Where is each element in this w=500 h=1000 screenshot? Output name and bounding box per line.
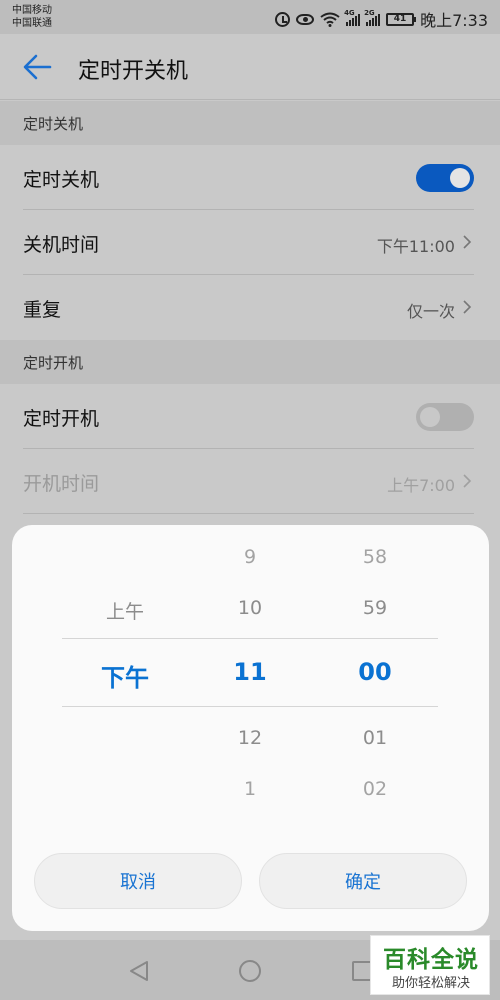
picker-hour-item[interactable]: 1 (210, 778, 290, 800)
picker-minute-item[interactable]: 02 (335, 778, 415, 800)
page-title: 定时开关机 (78, 59, 189, 84)
shutdown-time-value: 下午11:00 (376, 237, 455, 256)
eye-comfort-icon (296, 13, 315, 25)
picker-hour-item[interactable]: 12 (210, 727, 290, 749)
chevron-right-icon (463, 235, 472, 249)
picker-selection-line-top (62, 638, 438, 639)
picker-hour-selected[interactable]: 11 (210, 658, 290, 686)
row-label: 关机时间 (23, 234, 100, 256)
row-shutdown-time[interactable]: 关机时间 下午11:00 (0, 210, 500, 275)
wifi-icon (320, 12, 340, 27)
battery-icon: 41 (386, 12, 417, 26)
watermark-subtitle: 助你轻松解决 (391, 976, 470, 991)
picker-hour-item[interactable]: 10 (210, 597, 290, 619)
back-arrow-icon[interactable] (22, 52, 54, 82)
app-bar: 定时开关机 (0, 34, 500, 100)
picker-minute-item[interactable]: 58 (335, 546, 415, 568)
row-poweron-time[interactable]: 开机时间 上午7:00 (0, 449, 500, 514)
poweron-time-value: 上午7:00 (387, 476, 455, 495)
row-scheduled-poweron[interactable]: 定时开机 (0, 384, 500, 449)
watermark-title: 百科全说 (383, 947, 479, 973)
picker-period-selected[interactable]: 下午 (85, 658, 165, 693)
carrier-1: 中国移动 (12, 5, 52, 16)
picker-period-above[interactable]: 上午 (85, 597, 165, 624)
nav-home-icon[interactable] (239, 960, 261, 982)
chevron-right-icon (463, 300, 472, 314)
watermark-logo: 百科全说 助你轻松解决 (370, 935, 490, 995)
carrier-names: 中国移动 中国联通 (12, 4, 52, 30)
row-repeat[interactable]: 重复 仅一次 (0, 275, 500, 340)
nav-back-icon[interactable] (128, 960, 150, 982)
status-bar: 中国移动 中国联通 4G 2G 41 晚上7:33 (0, 0, 500, 34)
signal-strength-icon-1: 4G (344, 9, 361, 26)
alarm-icon (275, 11, 291, 27)
signal-strength-icon-2: 2G (364, 9, 381, 26)
status-icons: 4G 2G 41 晚上7:33 (275, 7, 488, 31)
picker-hour-item[interactable]: 9 (210, 546, 290, 568)
row-label: 重复 (23, 299, 62, 321)
nav-recent-apps-icon[interactable] (352, 961, 372, 981)
picker-minute-item[interactable]: 01 (335, 727, 415, 749)
chevron-right-icon (463, 474, 472, 488)
repeat-value: 仅一次 (406, 302, 455, 321)
row-label: 开机时间 (23, 473, 100, 495)
picker-selection-line-bottom (62, 706, 438, 707)
status-clock: 晚上7:33 (420, 11, 488, 30)
confirm-button[interactable]: 确定 (259, 853, 467, 909)
row-label: 定时关机 (23, 169, 100, 191)
row-scheduled-shutdown[interactable]: 定时关机 (0, 145, 500, 210)
time-picker-dialog: 上午 下午 9 10 11 12 1 58 59 00 01 02 取消 确定 (12, 525, 489, 931)
carrier-2: 中国联通 (12, 18, 52, 29)
section-header-poweron: 定时开机 (0, 340, 500, 384)
section-header-shutdown: 定时关机 (0, 101, 500, 145)
picker-minute-item[interactable]: 59 (335, 597, 415, 619)
poweron-toggle[interactable] (416, 403, 474, 431)
row-label: 定时开机 (23, 408, 100, 430)
picker-minute-selected[interactable]: 00 (335, 658, 415, 686)
cancel-button[interactable]: 取消 (34, 853, 242, 909)
shutdown-toggle[interactable] (416, 164, 474, 192)
